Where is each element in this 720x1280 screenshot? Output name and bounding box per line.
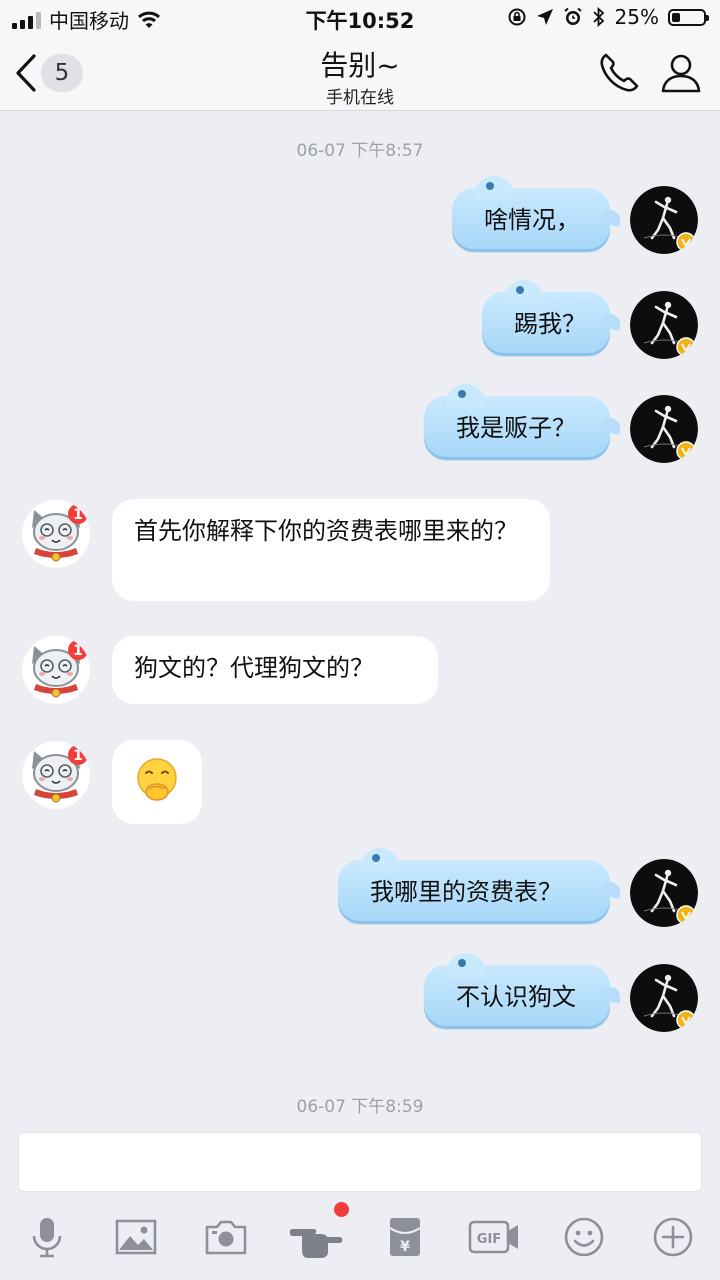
- message-timestamp: 06-07 下午8:59: [296, 1097, 424, 1117]
- battery-percent: 25%: [614, 5, 659, 29]
- message-text: 我哪里的资费表？: [370, 878, 562, 906]
- my-avatar[interactable]: [630, 291, 698, 359]
- message-text: 不认识狗文: [456, 983, 576, 1011]
- incoming-message[interactable]: 狗文的？代理狗文的？: [112, 636, 438, 704]
- message-timestamp: 06-07 下午8:57: [296, 141, 424, 161]
- contact-avatar[interactable]: 1: [22, 500, 90, 568]
- bluetooth-icon: [592, 7, 604, 27]
- rotation-lock-icon: [508, 8, 526, 26]
- incoming-message[interactable]: [112, 740, 202, 824]
- battery-icon: [668, 8, 709, 26]
- incoming-message[interactable]: 首先你解释下你的资费表哪里来的？: [112, 499, 550, 601]
- location-arrow-icon: [536, 9, 553, 25]
- svg-text:1: 1: [73, 507, 83, 523]
- message-text: 狗文的？代理狗文的？: [134, 654, 374, 682]
- chat-header: 5 告别~ 手机在线: [0, 36, 720, 111]
- poke-hand-icon[interactable]: [290, 1214, 346, 1260]
- image-icon[interactable]: [113, 1214, 159, 1260]
- my-avatar[interactable]: [630, 186, 698, 254]
- emoji-icon[interactable]: [561, 1214, 607, 1260]
- my-avatar[interactable]: [630, 859, 698, 927]
- message-text: 我是贩子？: [456, 414, 576, 442]
- outgoing-message[interactable]: 我哪里的资费表？: [338, 848, 620, 924]
- phone-icon[interactable]: [596, 50, 642, 96]
- outgoing-message[interactable]: 不认识狗文: [424, 953, 620, 1029]
- microphone-icon[interactable]: [24, 1214, 70, 1260]
- message-text: 啥情况，: [484, 206, 580, 234]
- gif-icon[interactable]: GIF: [468, 1214, 520, 1260]
- outgoing-message[interactable]: 我是贩子？: [424, 384, 620, 460]
- notification-dot: [334, 1202, 349, 1217]
- alarm-clock-icon: [563, 7, 582, 25]
- svg-text:GIF: GIF: [477, 1232, 501, 1247]
- message-text: 首先你解释下你的资费表哪里来的？: [134, 517, 518, 545]
- contact-avatar[interactable]: 1: [22, 636, 90, 704]
- plus-icon[interactable]: [650, 1214, 696, 1260]
- outgoing-message[interactable]: 啥情况，: [452, 176, 620, 252]
- svg-text:1: 1: [73, 643, 83, 659]
- contact-avatar[interactable]: 1: [22, 741, 90, 809]
- message-input[interactable]: [18, 1132, 702, 1192]
- my-avatar[interactable]: [630, 964, 698, 1032]
- message-text: 踢我？: [514, 310, 586, 338]
- status-bar: 中国移动 下午10:52 25%: [0, 0, 720, 36]
- camera-icon[interactable]: [203, 1214, 249, 1260]
- my-avatar[interactable]: [630, 395, 698, 463]
- svg-text:1: 1: [73, 748, 83, 764]
- face-covering-mouth-emoji: [137, 758, 177, 801]
- svg-text:¥: ¥: [400, 1239, 410, 1255]
- outgoing-message[interactable]: 踢我？: [482, 280, 620, 356]
- red-packet-icon[interactable]: ¥: [382, 1214, 428, 1260]
- profile-icon[interactable]: [658, 50, 704, 96]
